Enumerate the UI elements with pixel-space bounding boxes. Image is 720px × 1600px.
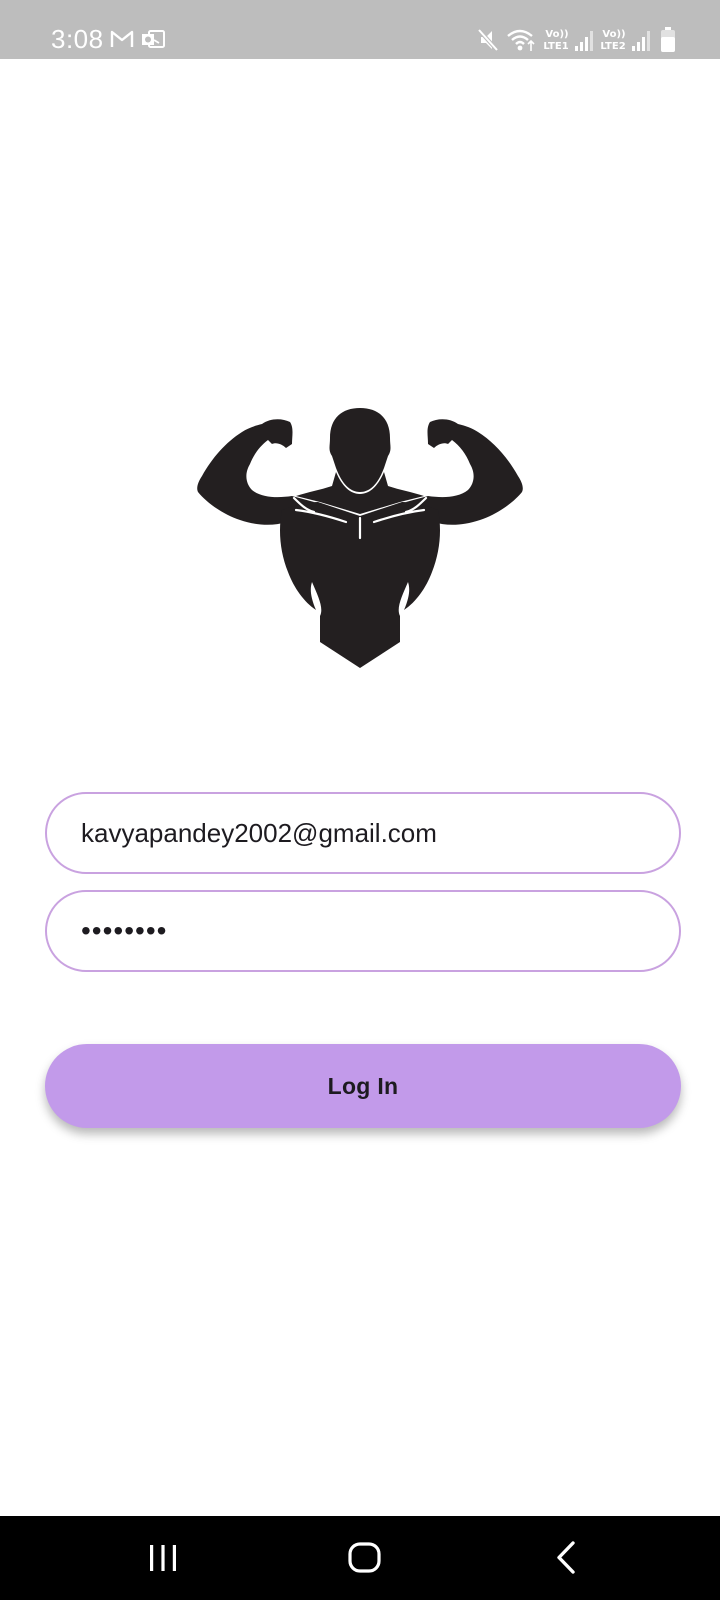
sim2-network-label: LTE2	[600, 41, 626, 52]
password-field[interactable]	[45, 890, 681, 972]
login-button[interactable]: Log In	[45, 1044, 681, 1128]
sim1-volte-label: Vo))	[545, 29, 569, 40]
back-icon	[557, 1541, 575, 1574]
recent-apps-button[interactable]	[103, 1516, 223, 1600]
gmail-icon	[110, 29, 134, 54]
signal-icon	[574, 30, 594, 57]
login-screen: 3:08 Vo)) LTE1 Vo)) LTE2 kavyapandey2002…	[0, 0, 720, 1600]
signal-icon	[631, 30, 651, 57]
recent-apps-icon	[150, 1545, 176, 1571]
wifi-icon	[506, 27, 536, 58]
outlook-icon	[141, 28, 165, 55]
back-button[interactable]	[506, 1516, 626, 1600]
home-icon	[348, 1542, 381, 1573]
status-time: 3:08	[51, 24, 104, 54]
bodybuilder-logo	[196, 402, 524, 674]
sim1-network-label: LTE1	[543, 41, 569, 52]
home-button[interactable]	[305, 1516, 425, 1600]
status-bar: 3:08 Vo)) LTE1 Vo)) LTE2	[0, 0, 720, 59]
sim2-volte-label: Vo))	[602, 29, 626, 40]
email-field[interactable]	[45, 792, 681, 874]
battery-icon	[660, 27, 676, 58]
mute-icon	[476, 27, 500, 58]
navigation-bar	[0, 1516, 720, 1600]
